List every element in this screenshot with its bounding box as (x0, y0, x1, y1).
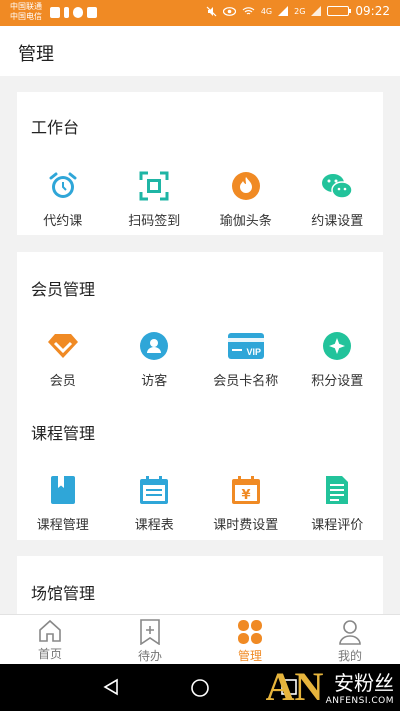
course-grid: 课程管理 课程表 ¥ 课时费设置 课程评价 (17, 474, 383, 533)
member-item-label: 会员 (49, 374, 76, 389)
signal-bars-icon (278, 6, 289, 16)
member-item-label: 访客 (141, 374, 168, 389)
course-item-label: 课程管理 (36, 518, 89, 533)
course-item-reviews[interactable]: 课程评价 (292, 474, 384, 533)
workbench-item-label: 约课设置 (311, 214, 364, 229)
vip-badge-text: VIP (246, 347, 261, 357)
member-item-label: 会员卡名称 (213, 374, 279, 389)
user-icon (138, 330, 170, 362)
workbench-item-scan-checkin[interactable]: 扫码签到 (109, 170, 201, 229)
bottom-tab-bar: 首页 待办 管理 我的 (0, 614, 400, 664)
mute-icon (206, 6, 217, 16)
tab-todo[interactable]: 待办 (100, 615, 200, 664)
member-item-members[interactable]: 会员 (17, 330, 109, 389)
venue-card: 场馆管理 (17, 556, 383, 616)
section-title-courses: 课程管理 (31, 424, 96, 443)
home-button-icon[interactable] (190, 678, 210, 698)
member-grid: 会员 访客 VIP 会员卡名称 积分设置 (17, 330, 383, 389)
tab-label: 管理 (237, 649, 262, 663)
carrier-1: 中国联通 (10, 2, 42, 11)
course-item-schedule[interactable]: 课程表 (109, 474, 201, 533)
tab-label: 待办 (137, 649, 162, 663)
app-notification-icon (50, 7, 60, 18)
diamond-icon (47, 330, 79, 362)
member-course-card: 会员管理 会员 访客 VIP 会员卡名称 积分设置 课程管理 课程管理 课程表 … (17, 252, 383, 540)
signal-bars-icon-2 (311, 6, 322, 16)
calendar-icon (138, 474, 170, 506)
battery-icon (327, 6, 352, 16)
home-icon (39, 619, 61, 642)
wechat-notification-icon (73, 7, 83, 18)
carrier-2: 中国电信 (10, 12, 42, 21)
vip-card-icon: VIP (227, 330, 264, 362)
workbench-item-label: 代约课 (43, 214, 83, 229)
tab-manage[interactable]: 管理 (200, 615, 300, 664)
section-title-members: 会员管理 (31, 280, 96, 299)
points-icon (321, 330, 353, 362)
watermark-name: 安粉丝 (334, 671, 394, 695)
app-header: 管理 (0, 26, 400, 76)
tab-label: 首页 (37, 647, 62, 661)
watermark-url: ANFENSI.COM (325, 696, 394, 706)
system-nav-bar: AN 安粉丝 ANFENSI.COM (0, 664, 400, 711)
person-icon (339, 620, 361, 645)
workbench-grid: 代约课 扫码签到 瑜伽头条 约课设置 (17, 170, 383, 229)
watermark-logo: AN (265, 664, 324, 709)
flame-icon (230, 170, 262, 202)
section-title-venues: 场馆管理 (31, 584, 96, 603)
yen-symbol: ¥ (241, 488, 250, 503)
workbench-item-label: 瑜伽头条 (219, 214, 272, 229)
course-item-label: 课程表 (134, 518, 174, 533)
back-icon[interactable] (102, 678, 120, 696)
bookmark-book-icon (47, 474, 79, 506)
watermark: AN 安粉丝 ANFENSI.COM (266, 664, 394, 709)
signal-type-2: 2G (294, 6, 306, 16)
signal-type-1: 4G (260, 6, 273, 16)
member-item-points-settings[interactable]: 积分设置 (292, 330, 384, 389)
course-item-label: 课时费设置 (213, 518, 279, 533)
todo-bookmark-icon (140, 619, 160, 645)
workbench-card: 工作台 代约课 扫码签到 瑜伽头条 约课设置 (17, 92, 383, 235)
tab-home[interactable]: 首页 (0, 615, 100, 664)
workbench-item-yoga-news[interactable]: 瑜伽头条 (200, 170, 292, 229)
section-title-workbench: 工作台 (31, 118, 80, 137)
workbench-item-booking-settings[interactable]: 约课设置 (292, 170, 384, 229)
tab-mine[interactable]: 我的 (300, 615, 400, 664)
eye-icon (222, 6, 236, 16)
scan-qr-icon (138, 170, 170, 202)
wechat-icon (321, 170, 353, 202)
yen-calendar-icon: ¥ (230, 474, 262, 506)
document-icon (321, 474, 353, 506)
workbench-item-proxy-booking[interactable]: 代约课 (17, 170, 109, 229)
carrier-info: 中国联通 中国电信 (10, 2, 42, 22)
status-bar: 中国联通 中国电信 4G 2G 09:22 (0, 0, 400, 26)
workbench-item-label: 扫码签到 (128, 214, 181, 229)
page-title: 管理 (18, 44, 54, 65)
wifi-icon (242, 7, 255, 15)
course-item-label: 课程评价 (311, 518, 364, 533)
course-item-fee-settings[interactable]: ¥ 课时费设置 (200, 474, 292, 533)
app-notification-icon-2 (87, 7, 97, 18)
member-item-card-names[interactable]: VIP 会员卡名称 (200, 330, 292, 389)
alert-notification-icon (64, 7, 69, 18)
course-item-course-management[interactable]: 课程管理 (17, 474, 109, 533)
grid-icon (238, 620, 262, 644)
notification-icons (50, 7, 97, 18)
status-indicators: 4G 2G 09:22 (206, 4, 390, 18)
member-item-visitors[interactable]: 访客 (109, 330, 201, 389)
alarm-clock-icon (47, 170, 79, 202)
tab-label: 我的 (337, 649, 362, 663)
member-item-label: 积分设置 (311, 374, 364, 389)
clock: 09:22 (355, 4, 390, 18)
